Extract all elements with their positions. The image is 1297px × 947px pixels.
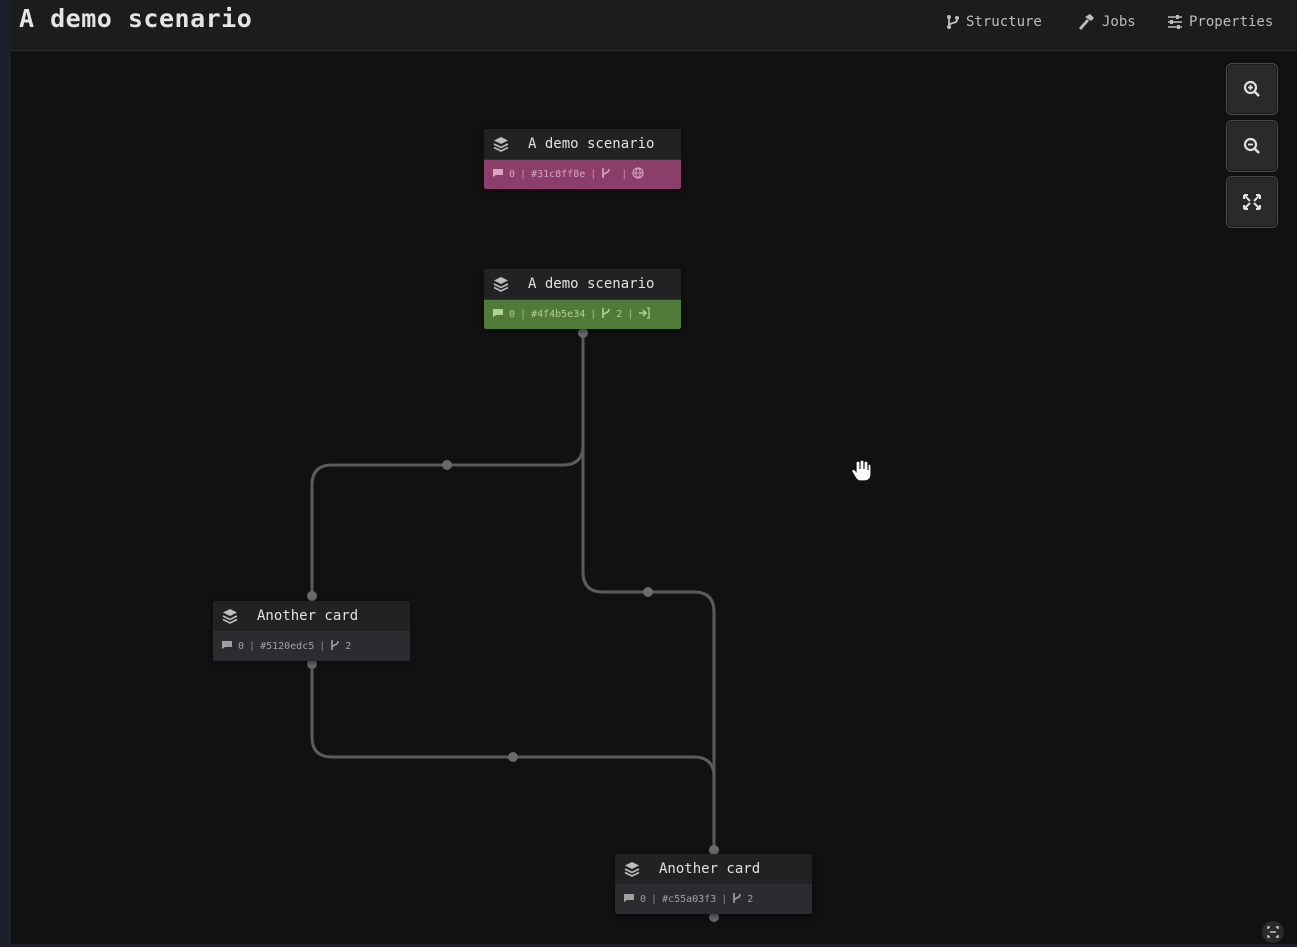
hammer-icon	[1079, 14, 1094, 30]
comment-count: 0	[238, 641, 245, 652]
comment-icon	[221, 640, 233, 653]
card-hash: #5120edc5	[260, 641, 315, 652]
card-title: Another card	[659, 861, 761, 877]
branch-icon	[601, 307, 611, 322]
branch-icon	[330, 639, 340, 654]
screenshot-icon[interactable]	[1262, 921, 1284, 947]
branch-count: 2	[616, 309, 623, 320]
card-hash: #4f4b5e34	[531, 309, 586, 320]
scenario-card[interactable]: Another card 0 | #5120edc5 | 2	[213, 601, 410, 661]
zoom-in-button[interactable]	[1226, 63, 1278, 115]
comment-icon	[492, 168, 504, 181]
card-title: A demo scenario	[528, 136, 655, 152]
hand-cursor-icon	[850, 459, 872, 487]
fit-view-button[interactable]	[1226, 176, 1278, 228]
card-hash: #c55a03f3	[662, 894, 717, 905]
comment-count: 0	[509, 309, 516, 320]
zoom-out-button[interactable]	[1226, 120, 1278, 172]
branch-count: 2	[747, 894, 754, 905]
layers-icon	[484, 135, 518, 153]
layers-icon	[615, 860, 649, 878]
page-title: A demo scenario	[19, 4, 253, 33]
fit-view-icon	[1243, 194, 1261, 210]
sliders-icon	[1168, 15, 1182, 29]
sign-in-icon[interactable]	[638, 307, 650, 322]
branch-icon	[601, 167, 611, 182]
zoom-out-icon	[1243, 137, 1260, 154]
branch-icon	[732, 892, 742, 907]
globe-icon[interactable]	[632, 167, 644, 182]
nav-structure-label: Structure	[966, 14, 1042, 30]
comment-icon	[492, 308, 504, 321]
comment-icon	[623, 893, 635, 906]
comment-count: 0	[509, 169, 516, 180]
scenario-card[interactable]: A demo scenario 0 | #4f4b5e34 | 2 |	[484, 269, 681, 329]
app-frame: A demo scenario Structure Jobs Propertie…	[11, 0, 1297, 944]
nav-jobs-label: Jobs	[1102, 14, 1136, 30]
nav-properties-label: Properties	[1189, 14, 1274, 30]
card-title: A demo scenario	[528, 276, 655, 292]
layers-icon	[484, 275, 518, 293]
nav-properties[interactable]: Properties	[1167, 11, 1273, 33]
zoom-in-icon	[1243, 80, 1260, 97]
scenario-card[interactable]: A demo scenario 0 | #31c8ff8e | |	[484, 129, 681, 189]
scenario-card[interactable]: Another card 0 | #c55a03f3 | 2	[615, 854, 812, 914]
comment-count: 0	[640, 894, 647, 905]
nav-jobs[interactable]: Jobs	[1078, 11, 1136, 33]
nav-structure[interactable]: Structure	[946, 11, 1042, 33]
layers-icon	[213, 607, 247, 625]
card-title: Another card	[257, 608, 359, 624]
top-bar: A demo scenario Structure Jobs Propertie…	[11, 0, 1297, 51]
branch-count: 2	[345, 641, 352, 652]
card-hash: #31c8ff8e	[531, 169, 586, 180]
branch-icon	[947, 15, 959, 29]
